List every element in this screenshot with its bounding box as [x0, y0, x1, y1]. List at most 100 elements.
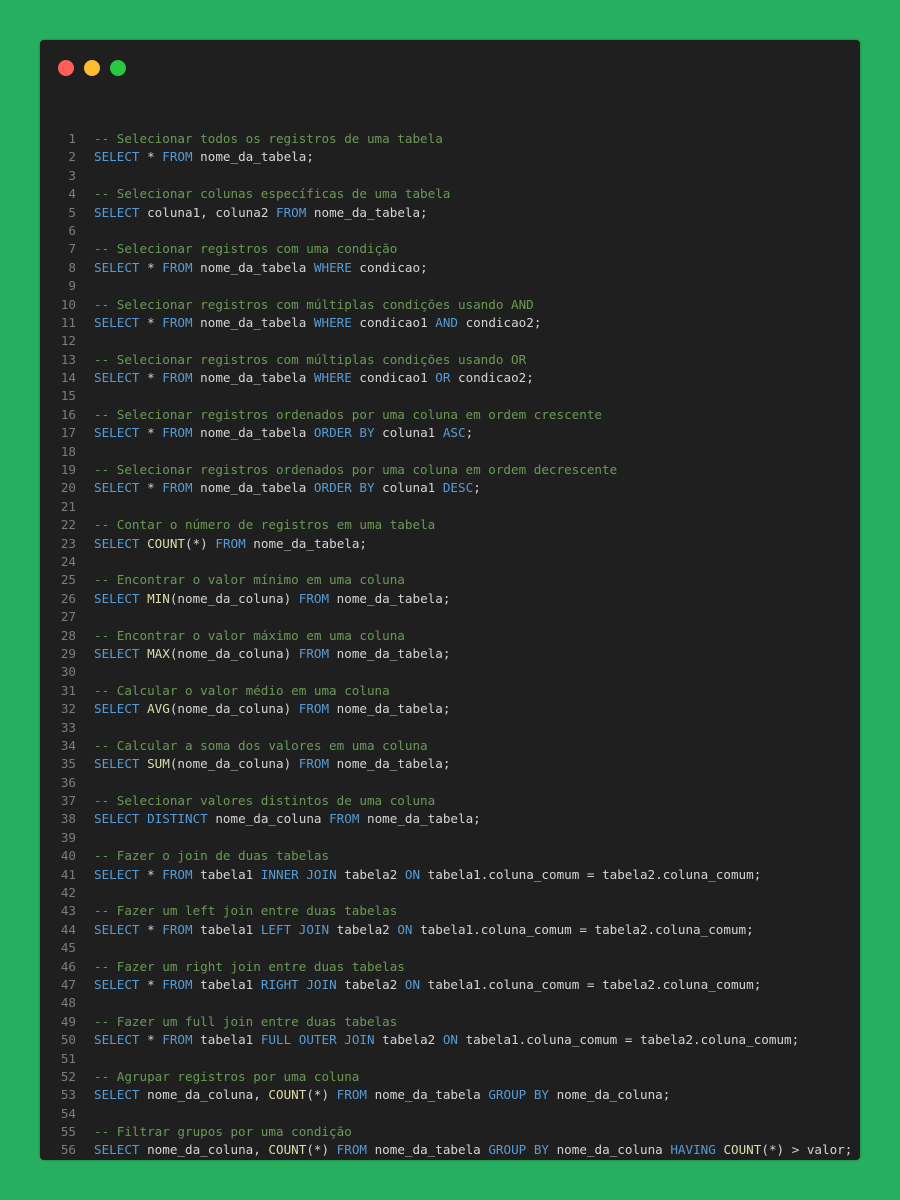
- code-text: nome_da_tabela;: [329, 590, 451, 606]
- code-text: coluna1, coluna2: [139, 204, 276, 220]
- line-number: 26: [60, 590, 76, 606]
- line-content: SELECT * FROM nome_da_tabela WHERE condi…: [94, 369, 534, 387]
- sql-keyword: FROM: [162, 314, 193, 330]
- sql-function: COUNT: [268, 1087, 307, 1103]
- code-line: 22 -- Contar o número de registros em uma…: [40, 516, 860, 534]
- sql-keyword: FROM: [162, 370, 193, 386]
- line-content: -- Selecionar colunas específicas de uma…: [94, 185, 450, 203]
- line-content: SELECT COUNT(*) FROM nome_da_tabela;: [94, 535, 367, 553]
- code-text: tabela1.coluna_comum = tabela2.coluna_co…: [458, 1032, 800, 1048]
- line-content: SELECT * FROM nome_da_tabela WHERE condi…: [94, 259, 428, 277]
- code-line: 14 SELECT * FROM nome_da_tabela WHERE con…: [40, 369, 860, 387]
- sql-keyword: FROM: [162, 259, 193, 275]
- code-editor[interactable]: 1 -- Selecionar todos os registros de uma…: [40, 130, 860, 1160]
- line-content: -- Fazer um right join entre duas tabela…: [94, 958, 405, 976]
- code-line: 34 -- Calcular a soma dos valores em uma …: [40, 737, 860, 755]
- code-comment: -- Selecionar registros ordenados por um…: [94, 406, 602, 422]
- code-line: 24: [40, 553, 860, 571]
- code-line: 9: [40, 277, 860, 295]
- sql-keyword: INNER JOIN: [260, 866, 337, 882]
- sql-keyword: FROM: [215, 535, 246, 551]
- line-number: 45: [60, 940, 76, 956]
- code-text: nome_da_tabela;: [192, 149, 314, 165]
- code-comment: -- Selecionar todos os registros de uma …: [94, 131, 443, 146]
- sql-keyword: GROUP BY: [488, 1142, 550, 1158]
- sql-keyword: ORDER BY: [313, 480, 375, 496]
- code-text: (nome_da_coluna): [169, 645, 299, 661]
- code-line: 38 SELECT DISTINCT nome_da_coluna FROM no…: [40, 810, 860, 828]
- code-line: 53 SELECT nome_da_coluna, COUNT(*) FROM n…: [40, 1086, 860, 1104]
- sql-keyword: ORDER BY: [313, 425, 375, 441]
- close-dot-icon[interactable]: [58, 60, 74, 76]
- line-number: 54: [60, 1105, 76, 1121]
- code-text: nome_da_tabela: [192, 314, 314, 330]
- sql-keyword: SELECT: [94, 866, 140, 882]
- sql-keyword: SELECT: [94, 921, 140, 937]
- code-line: 8 SELECT * FROM nome_da_tabela WHERE cond…: [40, 259, 860, 277]
- sql-keyword: WHERE: [313, 314, 352, 330]
- code-text: *: [139, 370, 163, 386]
- code-text: tabela2: [374, 1032, 443, 1048]
- sql-keyword: SELECT: [94, 756, 140, 772]
- line-number: 55: [60, 1124, 76, 1140]
- sql-keyword: FROM: [336, 1142, 368, 1158]
- code-comment: -- Fazer um full join entre duas tabelas: [94, 1013, 398, 1029]
- code-text: tabela1.coluna_comum = tabela2.coluna_co…: [412, 921, 754, 937]
- sql-keyword: SELECT: [94, 811, 140, 827]
- sql-keyword: ON: [397, 921, 413, 937]
- code-window: 1 -- Selecionar todos os registros de uma…: [40, 40, 860, 1160]
- line-content: SELECT nome_da_coluna, COUNT(*) FROM nom…: [94, 1141, 852, 1159]
- code-line: 25 -- Encontrar o valor mínimo em uma col…: [40, 571, 860, 589]
- line-number: 5: [68, 204, 76, 220]
- zoom-dot-icon[interactable]: [110, 60, 126, 76]
- code-text: *: [139, 149, 163, 165]
- code-text: tabela1: [192, 866, 261, 882]
- code-text: nome_da_tabela;: [329, 701, 451, 717]
- line-number: 49: [60, 1013, 76, 1029]
- sql-function: SUM: [147, 756, 170, 772]
- line-number: 15: [60, 388, 76, 404]
- code-comment: -- Fazer um right join entre duas tabela…: [94, 958, 405, 974]
- sql-keyword: FROM: [275, 204, 307, 220]
- code-line: 13 -- Selecionar registros com múltiplas …: [40, 351, 860, 369]
- code-text: nome_da_coluna,: [139, 1142, 269, 1158]
- code-text: *: [139, 866, 163, 882]
- sql-keyword: FULL OUTER JOIN: [260, 1032, 375, 1048]
- minimize-dot-icon[interactable]: [84, 60, 100, 76]
- code-text: condicao2;: [458, 314, 542, 330]
- line-number: 10: [60, 296, 76, 312]
- line-number: 11: [60, 314, 76, 330]
- code-text: ;: [473, 480, 481, 496]
- sql-keyword: FROM: [298, 645, 330, 661]
- code-text: (*): [306, 1087, 337, 1103]
- line-content: SELECT DISTINCT nome_da_coluna FROM nome…: [94, 810, 481, 828]
- sql-keyword: FROM: [298, 701, 330, 717]
- code-text: *: [139, 921, 163, 937]
- sql-keyword: FROM: [329, 811, 360, 827]
- sql-keyword: FROM: [162, 480, 193, 496]
- code-line: 17 SELECT * FROM nome_da_tabela ORDER BY …: [40, 424, 860, 442]
- code-line: 51: [40, 1050, 860, 1068]
- sql-keyword: AND: [435, 314, 458, 330]
- line-number: 8: [68, 259, 76, 275]
- code-comment: -- Encontrar o valor máximo em uma colun…: [94, 627, 405, 643]
- sql-keyword: SELECT: [94, 590, 140, 606]
- line-number: 6: [68, 222, 76, 238]
- line-number: 51: [60, 1050, 76, 1066]
- code-line: 31 -- Calcular o valor médio em uma colun…: [40, 682, 860, 700]
- code-text: *: [139, 425, 163, 441]
- line-content: SELECT * FROM nome_da_tabela ORDER BY co…: [94, 424, 473, 442]
- sql-keyword: FROM: [298, 756, 330, 772]
- sql-keyword: ON: [404, 866, 421, 882]
- line-number: 22: [60, 517, 76, 533]
- code-text: (*): [185, 535, 216, 551]
- line-content: -- Fazer um left join entre duas tabelas: [94, 902, 397, 920]
- line-content: -- Agrupar registros por uma coluna: [94, 1068, 359, 1086]
- line-number: 53: [60, 1087, 76, 1103]
- code-line: 29 SELECT MAX(nome_da_coluna) FROM nome_d…: [40, 645, 860, 663]
- sql-keyword: FROM: [162, 866, 193, 882]
- line-content: -- Selecionar registros com múltiplas co…: [94, 296, 534, 314]
- code-text: nome_da_tabela;: [306, 204, 428, 220]
